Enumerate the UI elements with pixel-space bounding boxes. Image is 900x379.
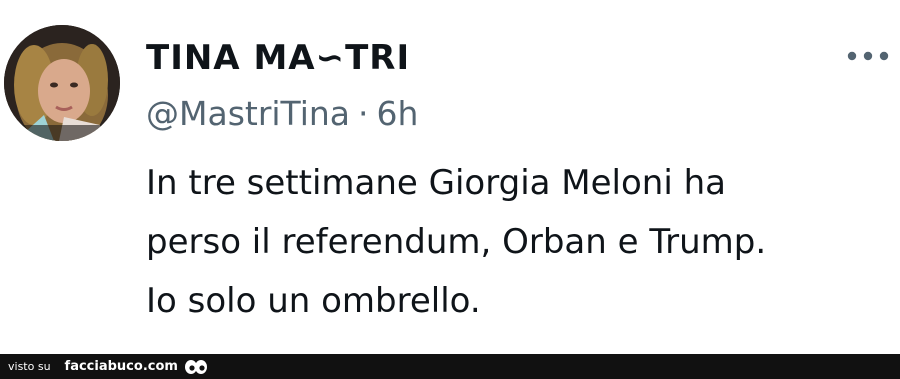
display-name[interactable]: TINA MA∽TRI <box>146 38 410 78</box>
tweet-text-line: perso il referendum, Orban e Trump. <box>146 222 767 262</box>
site-name[interactable]: facciabuco.com <box>65 359 178 374</box>
visto-su-label: visto su <box>8 360 51 373</box>
tweet-text-line: Io solo un ombrello. <box>146 281 481 321</box>
more-options-button[interactable] <box>842 40 894 72</box>
avatar[interactable] <box>4 25 120 141</box>
avatar-photo <box>4 25 120 141</box>
tweet-text-line: In tre settimane Giorgia Meloni ha <box>146 163 726 203</box>
separator-dot: · <box>358 94 369 133</box>
more-horizontal-icon <box>847 51 889 61</box>
watermark-bar: visto su facciabuco.com <box>0 354 900 379</box>
user-handle[interactable]: @MastriTina <box>146 94 350 133</box>
tweet-card: TINA MA∽TRI @MastriTina · 6h In tre settim… <box>0 0 900 354</box>
tweet-text: In tre settimane Giorgia Meloni ha perso… <box>146 154 886 331</box>
handle-row: @MastriTina · 6h <box>146 94 418 134</box>
timestamp[interactable]: 6h <box>377 94 419 133</box>
eyes-icon <box>184 359 207 374</box>
